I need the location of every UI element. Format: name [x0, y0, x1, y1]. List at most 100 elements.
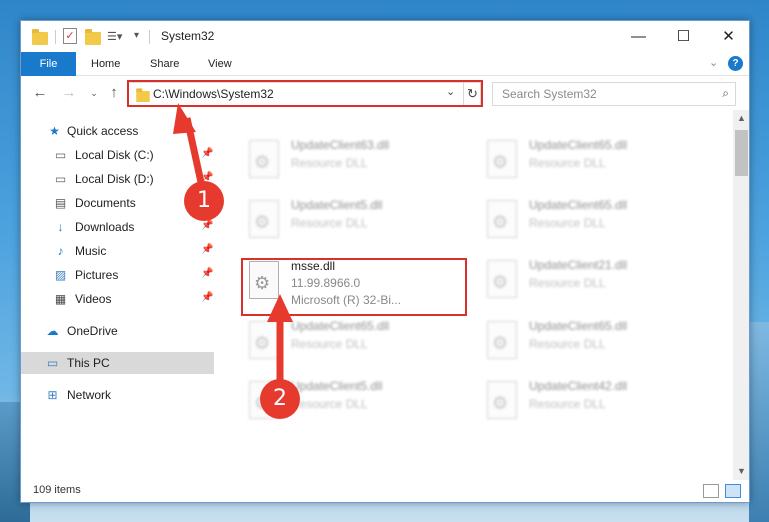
pin-icon[interactable]: 📌: [201, 220, 213, 231]
file-item[interactable]: UpdateClient65.dll Resource DLL: [479, 313, 704, 373]
ribbon-tabs: File Home Share View ⌄ ?: [21, 52, 749, 76]
scrollbar-thumb[interactable]: [735, 130, 748, 176]
sidebar-item-label: Local Disk (C:): [75, 148, 154, 162]
pictures-icon: ▨: [54, 268, 67, 282]
star-icon: ★: [49, 124, 60, 138]
file-name: UpdateClient5.dll: [291, 379, 383, 393]
search-icon[interactable]: ⌕: [722, 86, 729, 101]
sidebar-item-local-disk-c[interactable]: ▭ Local Disk (C:) 📌: [21, 144, 214, 166]
pin-icon[interactable]: 📌: [201, 244, 213, 255]
dll-file-icon: [487, 200, 517, 238]
sidebar-item-videos[interactable]: ▦ Videos 📌: [21, 288, 214, 310]
sidebar-item-label: Network: [67, 388, 112, 402]
dll-file-icon: [487, 260, 517, 298]
window-title: System32: [161, 29, 215, 43]
file-highlight-box: [241, 258, 467, 316]
file-type: Resource DLL: [291, 156, 368, 170]
file-item[interactable]: UpdateClient21.dll Resource DLL: [479, 252, 704, 312]
pin-icon[interactable]: 📌: [201, 292, 213, 303]
dll-file-icon: [249, 140, 279, 178]
help-icon[interactable]: ?: [728, 56, 743, 71]
qat-dropdown-icon[interactable]: ▾: [134, 30, 139, 48]
pin-icon[interactable]: 📌: [201, 148, 213, 159]
tab-home[interactable]: Home: [91, 52, 120, 76]
file-item[interactable]: UpdateClient42.dll Resource DLL: [479, 373, 704, 433]
desktop-background-right: [749, 322, 769, 522]
navigation-pane: ★ Quick access ▭ Local Disk (C:) 📌 ▭ Loc…: [21, 110, 214, 480]
large-icons-view-icon[interactable]: [725, 484, 741, 498]
file-list: UpdateClient63.dll Resource DLL UpdateCl…: [215, 110, 733, 480]
videos-icon: ▦: [54, 292, 67, 306]
properties-icon[interactable]: ✓: [63, 28, 77, 46]
new-folder-icon[interactable]: [85, 28, 101, 46]
sidebar-item-music[interactable]: ♪ Music 📌: [21, 240, 214, 262]
tab-view[interactable]: View: [208, 52, 232, 76]
up-arrow-icon[interactable]: ↑: [104, 83, 124, 103]
search-input[interactable]: Search System32 ⌕: [492, 82, 736, 106]
file-type: Resource DLL: [529, 216, 606, 230]
minimize-button[interactable]: —: [616, 21, 661, 52]
forward-arrow-icon[interactable]: →: [59, 83, 79, 103]
file-name: UpdateClient65.dll: [291, 319, 390, 333]
sidebar-item-this-pc[interactable]: ▭ This PC: [21, 352, 214, 374]
chevron-down-icon[interactable]: ⌄: [709, 56, 718, 69]
sidebar-item-pictures[interactable]: ▨ Pictures 📌: [21, 264, 214, 286]
back-arrow-icon[interactable]: ←: [30, 83, 50, 103]
sidebar-item-label: Downloads: [75, 220, 135, 234]
step-2-badge: 2: [260, 379, 300, 419]
sidebar-item-local-disk-d[interactable]: ▭ Local Disk (D:) 📌: [21, 168, 214, 190]
close-button[interactable]: ✕: [706, 21, 749, 52]
file-type: Resource DLL: [291, 216, 368, 230]
computer-icon: ▭: [46, 356, 59, 370]
network-icon: ⊞: [47, 388, 58, 402]
file-item[interactable]: UpdateClient65.dll Resource DLL: [241, 313, 466, 373]
search-placeholder: Search System32: [502, 87, 597, 101]
sidebar-item-onedrive[interactable]: ☁ OneDrive: [21, 320, 214, 342]
drive-icon: ▭: [54, 172, 67, 186]
drive-icon: ▭: [54, 148, 67, 162]
file-name: UpdateClient65.dll: [529, 138, 628, 152]
address-highlight-box: [127, 80, 483, 107]
dll-file-icon: [487, 321, 517, 359]
file-type: Resource DLL: [529, 156, 606, 170]
file-name: UpdateClient65.dll: [529, 319, 628, 333]
sidebar-item-quick-access[interactable]: ★ Quick access: [21, 120, 214, 142]
tab-share[interactable]: Share: [150, 52, 179, 76]
sidebar-item-label: Pictures: [75, 268, 119, 282]
status-bar: 109 items: [21, 480, 749, 502]
details-view-icon[interactable]: [703, 484, 719, 498]
file-type: Resource DLL: [529, 276, 606, 290]
file-name: UpdateClient5.dll: [291, 198, 383, 212]
folder-icon: [32, 28, 48, 46]
sidebar-item-label: OneDrive: [67, 324, 118, 338]
file-type: Resource DLL: [291, 397, 368, 411]
step-1-badge: 1: [184, 181, 224, 221]
file-item[interactable]: UpdateClient5.dll Resource DLL: [241, 192, 466, 252]
file-item[interactable]: UpdateClient65.dll Resource DLL: [479, 132, 704, 192]
download-icon: ↓: [57, 220, 64, 234]
music-icon: ♪: [57, 244, 64, 258]
dll-file-icon: [249, 200, 279, 238]
documents-icon: ▤: [54, 196, 67, 210]
dll-file-icon: [487, 381, 517, 419]
sidebar-item-label: Documents: [75, 196, 136, 210]
customize-qat-icon[interactable]: ☰▾: [107, 30, 122, 48]
file-explorer-window: ✓ ☰▾ ▾ System32 — ☐ ✕ File Home Share Vi…: [20, 20, 750, 503]
file-type: Resource DLL: [529, 397, 606, 411]
maximize-button[interactable]: ☐: [661, 21, 706, 52]
scroll-down-icon[interactable]: ▼: [733, 463, 749, 480]
sidebar-item-downloads[interactable]: ↓ Downloads 📌: [21, 216, 214, 238]
file-item[interactable]: UpdateClient65.dll Resource DLL: [479, 192, 704, 252]
pin-icon[interactable]: 📌: [201, 268, 213, 279]
vertical-scrollbar[interactable]: ▲ ▼: [733, 110, 749, 480]
recent-locations-icon[interactable]: ⌄: [84, 83, 104, 103]
sidebar-item-label: Videos: [75, 292, 112, 306]
scroll-up-icon[interactable]: ▲: [733, 110, 749, 127]
file-item[interactable]: UpdateClient63.dll Resource DLL: [241, 132, 466, 192]
cloud-icon: ☁: [46, 324, 59, 338]
sidebar-item-network[interactable]: ⊞ Network: [21, 384, 214, 406]
tab-file[interactable]: File: [21, 52, 76, 76]
sidebar-item-label: Local Disk (D:): [75, 172, 154, 186]
navigation-bar: ← → ⌄ ↑ C:\Windows\System32 ⌄ ↻ Search S…: [21, 77, 749, 110]
sidebar-item-label: This PC: [67, 356, 110, 370]
